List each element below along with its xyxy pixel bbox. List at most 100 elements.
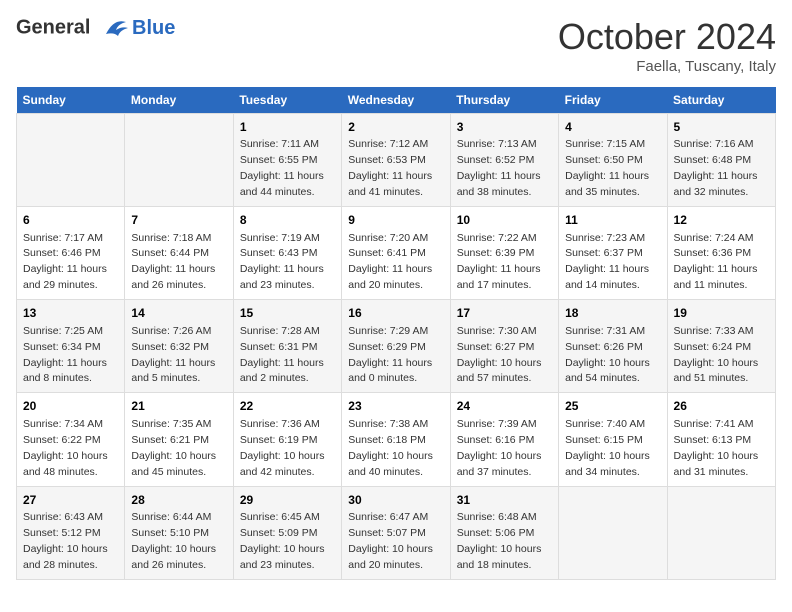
day-number: 14	[131, 305, 226, 322]
calendar-cell: 14Sunrise: 7:26 AMSunset: 6:32 PMDayligh…	[125, 300, 233, 393]
cell-info: Sunrise: 7:33 AMSunset: 6:24 PMDaylight:…	[674, 325, 759, 385]
day-number: 28	[131, 492, 226, 509]
day-number: 11	[565, 212, 660, 229]
cell-info: Sunrise: 7:38 AMSunset: 6:18 PMDaylight:…	[348, 418, 433, 478]
calendar-cell: 6 Sunrise: 7:17 AMSunset: 6:46 PMDaylight…	[17, 207, 125, 300]
cell-info: Sunrise: 7:17 AMSunset: 6:46 PMDaylight:…	[23, 232, 107, 292]
cell-info: Sunrise: 7:20 AMSunset: 6:41 PMDaylight:…	[348, 232, 432, 292]
calendar-cell	[125, 114, 233, 207]
calendar-cell: 12 Sunrise: 7:24 AMSunset: 6:36 PMDayligh…	[667, 207, 775, 300]
cell-info: Sunrise: 7:25 AMSunset: 6:34 PMDaylight:…	[23, 325, 107, 385]
calendar-cell: 19 Sunrise: 7:33 AMSunset: 6:24 PMDayligh…	[667, 300, 775, 393]
calendar-cell: 4 Sunrise: 7:15 AMSunset: 6:50 PMDaylight…	[559, 114, 667, 207]
calendar-week-row: 20 Sunrise: 7:34 AMSunset: 6:22 PMDayligh…	[17, 393, 776, 486]
calendar-week-row: 1Sunrise: 7:11 AMSunset: 6:55 PMDaylight…	[17, 114, 776, 207]
calendar-week-row: 27 Sunrise: 6:43 AMSunset: 5:12 PMDayligh…	[17, 486, 776, 579]
calendar-cell: 18 Sunrise: 7:31 AMSunset: 6:26 PMDayligh…	[559, 300, 667, 393]
day-number: 21	[131, 398, 226, 415]
cell-info: Sunrise: 7:24 AMSunset: 6:36 PMDaylight:…	[674, 232, 758, 292]
day-number: 8	[240, 212, 335, 229]
day-number: 3	[457, 119, 552, 136]
col-header-tuesday: Tuesday	[233, 87, 341, 114]
calendar-cell: 31 Sunrise: 6:48 AMSunset: 5:06 PMDayligh…	[450, 486, 558, 579]
cell-info: Sunrise: 6:44 AMSunset: 5:10 PMDaylight:…	[131, 511, 216, 571]
calendar-cell	[667, 486, 775, 579]
calendar-cell: 5Sunrise: 7:16 AMSunset: 6:48 PMDaylight…	[667, 114, 775, 207]
calendar-cell: 17Sunrise: 7:30 AMSunset: 6:27 PMDayligh…	[450, 300, 558, 393]
cell-info: Sunrise: 7:31 AMSunset: 6:26 PMDaylight:…	[565, 325, 650, 385]
calendar-cell	[17, 114, 125, 207]
day-number: 18	[565, 305, 660, 322]
logo-bird-icon	[98, 16, 130, 40]
day-number: 27	[23, 492, 118, 509]
calendar-cell: 24Sunrise: 7:39 AMSunset: 6:16 PMDayligh…	[450, 393, 558, 486]
day-number: 7	[131, 212, 226, 229]
cell-info: Sunrise: 7:22 AMSunset: 6:39 PMDaylight:…	[457, 232, 541, 292]
calendar-cell: 30Sunrise: 6:47 AMSunset: 5:07 PMDayligh…	[342, 486, 450, 579]
calendar-cell: 22 Sunrise: 7:36 AMSunset: 6:19 PMDayligh…	[233, 393, 341, 486]
logo-text: General	[16, 16, 130, 40]
col-header-saturday: Saturday	[667, 87, 775, 114]
title-block: October 2024 Faella, Tuscany, Italy	[558, 16, 776, 75]
calendar-cell: 26 Sunrise: 7:41 AMSunset: 6:13 PMDayligh…	[667, 393, 775, 486]
cell-info: Sunrise: 7:35 AMSunset: 6:21 PMDaylight:…	[131, 418, 216, 478]
calendar-header-row: SundayMondayTuesdayWednesdayThursdayFrid…	[17, 87, 776, 114]
day-number: 17	[457, 305, 552, 322]
calendar-cell	[559, 486, 667, 579]
cell-info: Sunrise: 7:12 AMSunset: 6:53 PMDaylight:…	[348, 138, 432, 198]
cell-info: Sunrise: 7:16 AMSunset: 6:48 PMDaylight:…	[674, 138, 758, 198]
month-title: October 2024	[558, 16, 776, 58]
calendar-cell: 7 Sunrise: 7:18 AMSunset: 6:44 PMDaylight…	[125, 207, 233, 300]
calendar-cell: 3 Sunrise: 7:13 AMSunset: 6:52 PMDaylight…	[450, 114, 558, 207]
calendar-cell: 16Sunrise: 7:29 AMSunset: 6:29 PMDayligh…	[342, 300, 450, 393]
calendar-week-row: 13 Sunrise: 7:25 AMSunset: 6:34 PMDayligh…	[17, 300, 776, 393]
cell-info: Sunrise: 7:13 AMSunset: 6:52 PMDaylight:…	[457, 138, 541, 198]
calendar-cell: 11 Sunrise: 7:23 AMSunset: 6:37 PMDayligh…	[559, 207, 667, 300]
day-number: 25	[565, 398, 660, 415]
calendar-cell: 1Sunrise: 7:11 AMSunset: 6:55 PMDaylight…	[233, 114, 341, 207]
col-header-friday: Friday	[559, 87, 667, 114]
cell-info: Sunrise: 7:34 AMSunset: 6:22 PMDaylight:…	[23, 418, 108, 478]
day-number: 10	[457, 212, 552, 229]
day-number: 26	[674, 398, 769, 415]
cell-info: Sunrise: 7:18 AMSunset: 6:44 PMDaylight:…	[131, 232, 215, 292]
col-header-sunday: Sunday	[17, 87, 125, 114]
day-number: 20	[23, 398, 118, 415]
cell-info: Sunrise: 7:41 AMSunset: 6:13 PMDaylight:…	[674, 418, 759, 478]
day-number: 12	[674, 212, 769, 229]
cell-info: Sunrise: 7:28 AMSunset: 6:31 PMDaylight:…	[240, 325, 324, 385]
calendar-cell: 21 Sunrise: 7:35 AMSunset: 6:21 PMDayligh…	[125, 393, 233, 486]
cell-info: Sunrise: 6:43 AMSunset: 5:12 PMDaylight:…	[23, 511, 108, 571]
cell-info: Sunrise: 7:23 AMSunset: 6:37 PMDaylight:…	[565, 232, 649, 292]
day-number: 19	[674, 305, 769, 322]
logo-general: General	[16, 16, 90, 38]
cell-info: Sunrise: 7:40 AMSunset: 6:15 PMDaylight:…	[565, 418, 650, 478]
day-number: 13	[23, 305, 118, 322]
calendar-cell: 10 Sunrise: 7:22 AMSunset: 6:39 PMDayligh…	[450, 207, 558, 300]
col-header-wednesday: Wednesday	[342, 87, 450, 114]
cell-info: Sunrise: 6:48 AMSunset: 5:06 PMDaylight:…	[457, 511, 542, 571]
day-number: 15	[240, 305, 335, 322]
day-number: 23	[348, 398, 443, 415]
day-number: 22	[240, 398, 335, 415]
calendar-cell: 20 Sunrise: 7:34 AMSunset: 6:22 PMDayligh…	[17, 393, 125, 486]
day-number: 4	[565, 119, 660, 136]
cell-info: Sunrise: 7:36 AMSunset: 6:19 PMDaylight:…	[240, 418, 325, 478]
day-number: 2	[348, 119, 443, 136]
calendar-cell: 9 Sunrise: 7:20 AMSunset: 6:41 PMDaylight…	[342, 207, 450, 300]
calendar-cell: 8 Sunrise: 7:19 AMSunset: 6:43 PMDaylight…	[233, 207, 341, 300]
calendar-cell: 28 Sunrise: 6:44 AMSunset: 5:10 PMDayligh…	[125, 486, 233, 579]
cell-info: Sunrise: 7:19 AMSunset: 6:43 PMDaylight:…	[240, 232, 324, 292]
day-number: 31	[457, 492, 552, 509]
calendar-table: SundayMondayTuesdayWednesdayThursdayFrid…	[16, 87, 776, 580]
cell-info: Sunrise: 7:15 AMSunset: 6:50 PMDaylight:…	[565, 138, 649, 198]
calendar-week-row: 6 Sunrise: 7:17 AMSunset: 6:46 PMDaylight…	[17, 207, 776, 300]
calendar-cell: 25 Sunrise: 7:40 AMSunset: 6:15 PMDayligh…	[559, 393, 667, 486]
cell-info: Sunrise: 6:47 AMSunset: 5:07 PMDaylight:…	[348, 511, 433, 571]
day-number: 9	[348, 212, 443, 229]
day-number: 24	[457, 398, 552, 415]
day-number: 29	[240, 492, 335, 509]
calendar-cell: 23 Sunrise: 7:38 AMSunset: 6:18 PMDayligh…	[342, 393, 450, 486]
day-number: 6	[23, 212, 118, 229]
calendar-cell: 13 Sunrise: 7:25 AMSunset: 6:34 PMDayligh…	[17, 300, 125, 393]
